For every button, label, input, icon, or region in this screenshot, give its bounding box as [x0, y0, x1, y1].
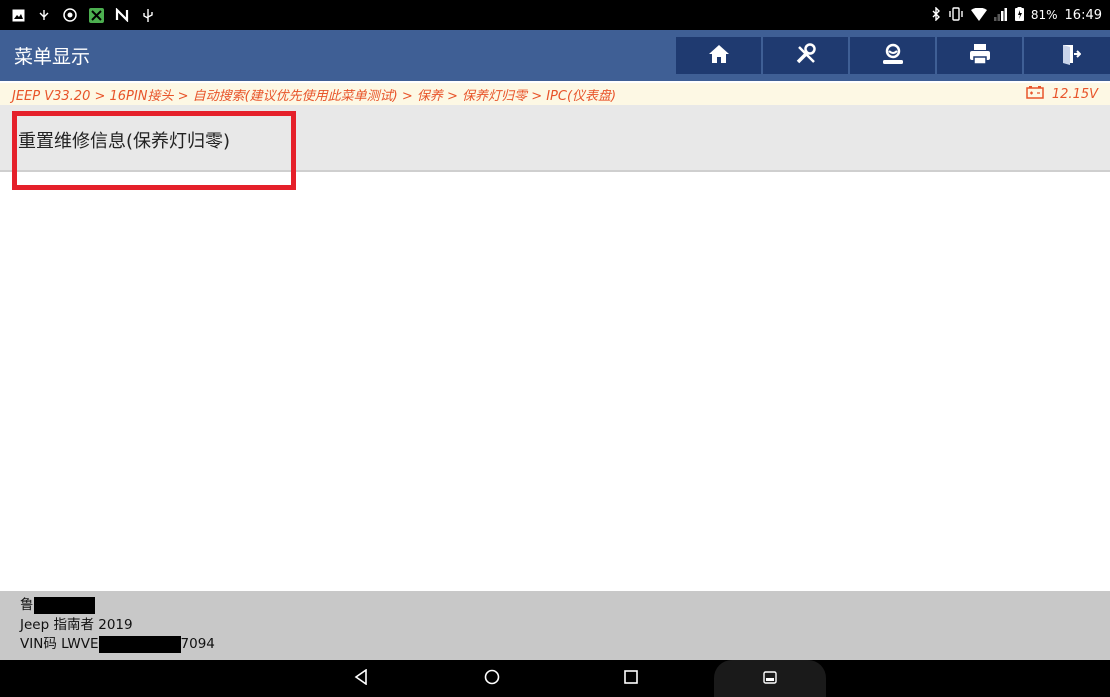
app-icon — [88, 7, 104, 23]
usb-debug-icon — [36, 7, 52, 23]
status-left-icons — [10, 7, 156, 23]
battery-percent: 81% — [1030, 8, 1058, 22]
screenshot-icon — [763, 669, 777, 688]
menu-item-reset-service-info[interactable]: 重置维修信息(保养灯归零) — [0, 105, 1110, 172]
print-icon — [969, 43, 991, 69]
vin-suffix: 7094 — [180, 636, 215, 652]
exit-icon — [1061, 43, 1082, 69]
screenshot-button[interactable] — [714, 660, 826, 697]
breadcrumb: JEEP V33.20 > 16PIN接头 > 自动搜索(建议优先使用此菜单测试… — [12, 88, 617, 104]
settings-icon — [62, 7, 78, 23]
menu-list: 重置维修信息(保养灯归零) — [0, 105, 1110, 172]
back-button[interactable] — [331, 660, 391, 697]
vehicle-model: Jeep 指南者 2019 — [20, 616, 133, 633]
wifi-icon — [970, 7, 987, 23]
tools-button[interactable] — [763, 37, 848, 74]
home-nav-button[interactable] — [462, 660, 522, 697]
page-title: 菜单显示 — [14, 46, 91, 68]
status-bar: 81% 16:49 — [0, 0, 1110, 30]
bluetooth-icon — [931, 6, 941, 23]
n-icon — [114, 7, 130, 23]
signal-icon — [993, 7, 1008, 23]
plate-prefix: 鲁 — [20, 597, 34, 613]
print-button[interactable] — [937, 37, 1022, 74]
navigation-bar — [0, 660, 1110, 697]
redacted-plate — [33, 597, 95, 615]
home-button[interactable] — [676, 37, 761, 74]
home-circle-icon — [484, 669, 500, 689]
vin-line: VIN码 LWVE 7094 — [20, 635, 1110, 655]
voltage-indicator: 12.15V — [1026, 85, 1098, 103]
home-icon — [708, 44, 730, 68]
status-right-icons: 81% 16:49 — [931, 6, 1102, 23]
vehicle-line: Jeep 指南者 2019 — [20, 616, 1110, 636]
user-button[interactable] — [850, 37, 935, 74]
vehicle-info: 鲁 Jeep 指南者 2019 VIN码 LWVE 7094 — [0, 591, 1110, 660]
vin-prefix: VIN码 LWVE — [20, 636, 99, 652]
vibrate-icon — [948, 7, 964, 23]
battery-voltage-icon — [1026, 85, 1044, 103]
clock: 16:49 — [1064, 7, 1102, 23]
breadcrumb-bar: JEEP V33.20 > 16PIN接头 > 自动搜索(建议优先使用此菜单测试… — [0, 83, 1110, 105]
image-icon — [10, 7, 26, 23]
user-icon — [881, 43, 905, 69]
back-icon — [354, 667, 368, 689]
plate-line: 鲁 — [20, 596, 1110, 616]
app-header: 菜单显示 — [0, 30, 1110, 81]
menu-item-label: 重置维修信息(保养灯归零) — [18, 131, 231, 152]
redacted-vin — [98, 636, 181, 654]
battery-icon — [1014, 7, 1024, 23]
toolbar — [676, 37, 1110, 74]
recents-button[interactable] — [601, 660, 661, 697]
usb-icon — [140, 7, 156, 23]
tools-icon — [795, 42, 817, 69]
recents-icon — [624, 669, 638, 688]
voltage-value: 12.15V — [1051, 86, 1098, 102]
exit-button[interactable] — [1024, 37, 1110, 74]
